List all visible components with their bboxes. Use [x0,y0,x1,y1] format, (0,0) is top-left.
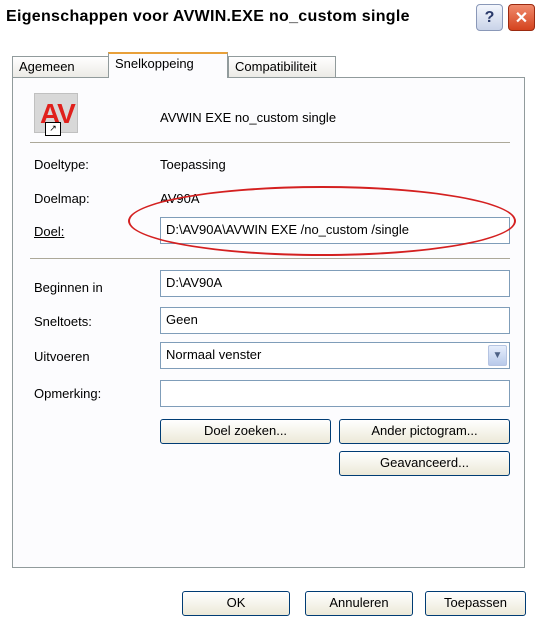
tab-algemeen[interactable]: Agemeen [12,56,109,77]
help-button[interactable]: ? [476,4,503,31]
opmerking-label: Opmerking: [34,386,102,401]
uitvoeren-select[interactable]: Normaal venster ▼ [160,342,510,369]
title-bar: Eigenschappen voor AVWIN.EXE no_custom s… [0,0,538,38]
doel-field[interactable]: D:\AV90A\AVWIN EXE /no_custom /single [160,217,510,244]
beginnen-in-field[interactable]: D:\AV90A [160,270,510,297]
doelmap-label: Doelmap: [34,191,90,206]
shortcut-name: AVWIN EXE no_custom single [160,110,337,125]
chevron-down-icon[interactable]: ▼ [488,345,507,366]
doeltype-label: Doeltype: [34,157,89,172]
ander-pictogram-button[interactable]: Ander pictogram... [339,419,510,444]
help-question-icon: ? [484,8,495,26]
tab-snelkoppeling[interactable]: Snelkoppeing [108,52,228,78]
window-title: Eigenschappen voor AVWIN.EXE no_custom s… [6,8,410,25]
av-application-icon: AV ↗ [34,93,78,136]
close-button[interactable]: ✕ [508,4,535,31]
beginnen-in-label: Beginnen in [34,280,103,295]
ok-button[interactable]: OK [182,591,290,616]
doeltype-value: Toepassing [160,157,226,172]
doelmap-value: AV90A [160,191,200,206]
divider [30,142,510,143]
sneltoets-label: Sneltoets: [34,314,92,329]
geavanceerd-button[interactable]: Geavanceerd... [339,451,510,476]
shortcut-arrow-icon: ↗ [45,122,61,136]
uitvoeren-selected-value: Normaal venster [166,347,262,362]
toepassen-button[interactable]: Toepassen [425,591,526,616]
doel-label: Doel: [34,224,65,239]
close-x-icon: ✕ [514,9,529,27]
annuleren-button[interactable]: Annuleren [305,591,413,616]
sneltoets-field[interactable]: Geen [160,307,510,334]
opmerking-field[interactable] [160,380,510,407]
uitvoeren-label: Uitvoeren [34,349,90,364]
tab-compatibiliteit[interactable]: Compatibiliteit [228,56,336,77]
divider [30,258,510,259]
doel-zoeken-button[interactable]: Doel zoeken... [160,419,331,444]
